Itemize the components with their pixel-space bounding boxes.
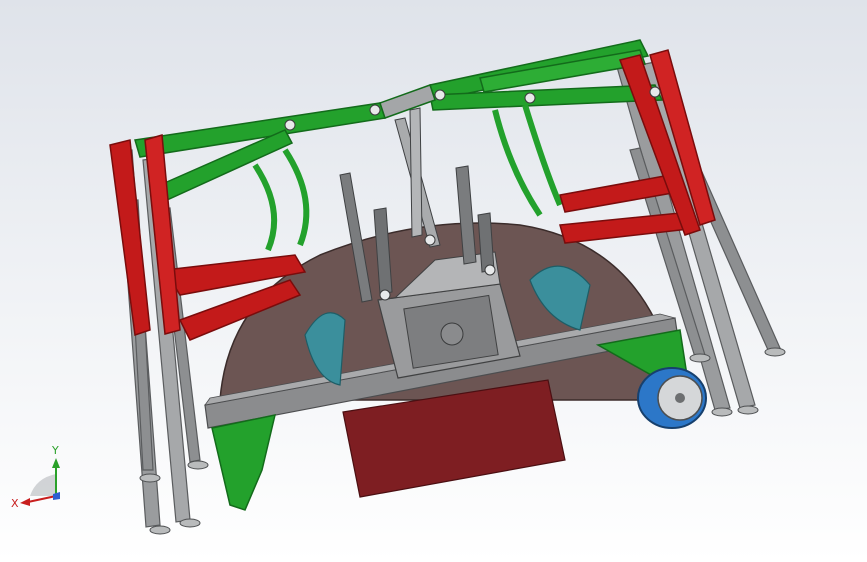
curved-rail[interactable] <box>522 104 563 207</box>
pivot-joint[interactable] <box>424 234 436 246</box>
pivot-joint[interactable] <box>434 89 446 101</box>
wheel-axle <box>675 393 685 403</box>
triad-base-shading <box>30 474 56 496</box>
foot-pad[interactable] <box>149 525 171 535</box>
curved-rail[interactable] <box>252 163 278 252</box>
pivot-joint[interactable] <box>379 289 391 301</box>
x-axis-arrow <box>20 498 30 506</box>
gearbox-shaft <box>440 322 464 346</box>
pivot-joint[interactable] <box>284 119 296 131</box>
pivot-joint[interactable] <box>524 92 536 104</box>
actuator-rod[interactable] <box>409 107 423 238</box>
foot-pad[interactable] <box>711 407 733 417</box>
foot-pad[interactable] <box>187 460 209 470</box>
y-axis-arrow <box>52 458 60 468</box>
bracket-left[interactable] <box>211 414 277 511</box>
foot-pad[interactable] <box>139 473 161 483</box>
foot-pad[interactable] <box>764 347 786 357</box>
cad-assembly-model[interactable] <box>0 0 867 562</box>
curved-rail[interactable] <box>282 148 310 247</box>
wheel[interactable] <box>637 367 707 429</box>
frame-connector-beam[interactable] <box>379 84 436 119</box>
orientation-triad[interactable]: Y X <box>8 438 78 510</box>
graphics-viewport[interactable]: Y X <box>0 0 867 562</box>
pivot-joint[interactable] <box>484 264 496 276</box>
y-axis-label: Y <box>51 444 59 457</box>
foot-pad[interactable] <box>737 405 759 415</box>
pivot-joint[interactable] <box>649 86 661 98</box>
x-axis-label: X <box>11 497 19 510</box>
x-axis-line <box>27 495 57 503</box>
pivot-joint[interactable] <box>369 104 381 116</box>
foot-pad[interactable] <box>689 353 711 363</box>
foot-pad[interactable] <box>179 518 201 528</box>
